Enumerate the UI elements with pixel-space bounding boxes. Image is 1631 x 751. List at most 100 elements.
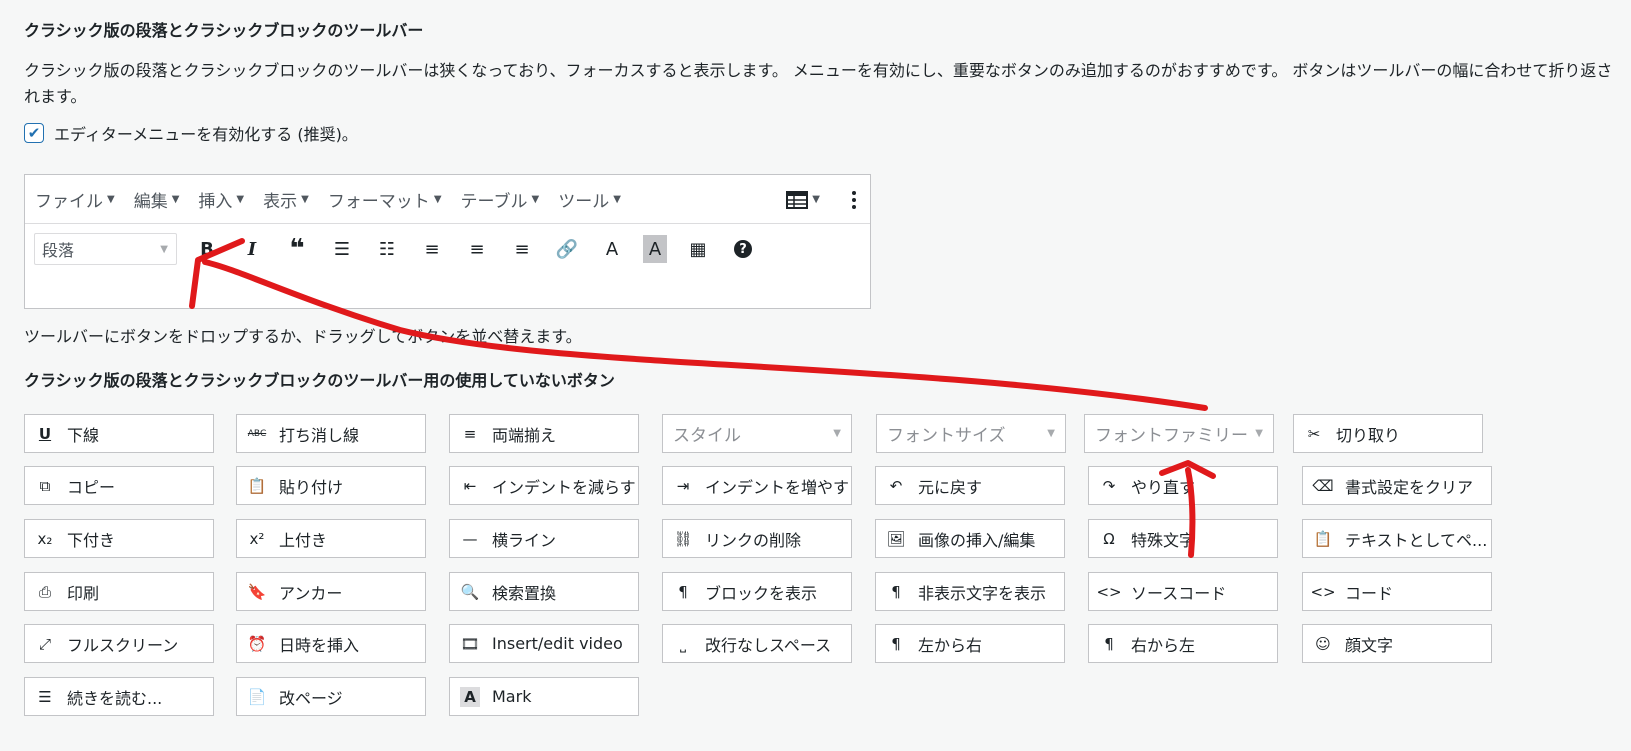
unused-button[interactable]: 🎞 Insert/edit video <box>449 624 639 663</box>
unused-button[interactable]: <> ソースコード <box>1088 572 1278 611</box>
table-layout-icon <box>786 190 809 209</box>
button-label: 印刷 <box>67 583 100 603</box>
unused-button[interactable]: ⛓ リンクの削除 <box>662 519 852 558</box>
background-color-button[interactable]: A <box>643 235 667 263</box>
chevron-down-icon: ▼ <box>433 193 442 205</box>
link-button[interactable]: 🔗 <box>553 235 581 263</box>
editor-menu-option[interactable]: ✔ エディターメニューを有効化する (推奨)。 <box>24 120 1614 146</box>
bullet-list-icon: ☰ <box>333 238 351 260</box>
bullet-list-button[interactable]: ☰ <box>328 235 356 263</box>
menu-tools[interactable]: ツール ▼ <box>558 187 621 212</box>
blockquote-button[interactable]: ❝ <box>283 234 311 264</box>
numbered-list-icon: ☷ <box>378 238 396 260</box>
button-label: 画像の挿入/編集 <box>918 530 1036 550</box>
button-label: アンカー <box>279 583 343 603</box>
unused-button[interactable]: ⇤ インデントを減らす <box>449 466 639 505</box>
settings-page: クラシック版の段落とクラシックブロックのツールバー クラシック版の段落とクラシッ… <box>24 20 1614 716</box>
menubar-right: ▼ <box>786 175 856 224</box>
button-label: Insert/edit video <box>492 634 623 653</box>
button-icon: ABC <box>247 428 267 439</box>
italic-button[interactable]: I <box>238 235 266 263</box>
text-color-button[interactable]: A <box>598 235 626 263</box>
unused-button[interactable]: x² 上付き <box>236 519 426 558</box>
unused-button[interactable]: ¶ ブロックを表示 <box>662 572 852 611</box>
unused-button[interactable]: ✂ 切り取り <box>1293 414 1483 453</box>
table-button[interactable]: ▦ <box>684 235 712 263</box>
unused-button[interactable]: 🔍 検索置換 <box>449 572 639 611</box>
button-icon: ≡ <box>463 424 477 443</box>
align-right-button[interactable]: ≡ <box>508 235 536 263</box>
button-label: 日時を挿入 <box>279 635 360 655</box>
button-label: 改ページ <box>279 688 343 708</box>
unused-button[interactable]: ⤢ フルスクリーン <box>24 624 214 663</box>
button-label: 下線 <box>67 425 100 445</box>
checkmark-icon: ✔ <box>27 123 41 142</box>
unused-button[interactable]: ≡ 両端揃え <box>449 414 639 453</box>
button-label: 特殊文字 <box>1131 530 1196 550</box>
menu-format[interactable]: フォーマット ▼ <box>328 187 442 212</box>
unused-button[interactable]: Ω 特殊文字 <box>1088 519 1278 558</box>
editor-menu-checkbox[interactable]: ✔ <box>24 123 44 143</box>
unused-button[interactable]: 📋 テキストとしてペ... <box>1302 519 1492 558</box>
section-description: クラシック版の段落とクラシックブロックのツールバーは狭くなっており、フォーカスす… <box>24 61 1613 106</box>
button-label: フォントファミリー <box>1095 426 1248 446</box>
unused-button[interactable]: ¶ 左から右 <box>875 624 1065 663</box>
bold-button[interactable]: B <box>193 235 221 263</box>
button-label: コード <box>1345 583 1394 603</box>
menu-insert[interactable]: 挿入 ▼ <box>198 187 244 212</box>
chevron-down-icon: ▼ <box>107 193 115 205</box>
toolbar-toggle-button[interactable]: ▼ <box>786 190 820 209</box>
button-icon: 🎞 <box>460 634 480 653</box>
button-icon: ⏰ <box>247 634 267 653</box>
unused-button[interactable]: ¶ 右から左 <box>1088 624 1278 663</box>
unused-button[interactable]: スタイル ▼ <box>662 414 852 453</box>
menu-table[interactable]: テーブル ▼ <box>461 187 540 212</box>
unused-button[interactable]: ☰ 続きを読む... <box>24 677 214 716</box>
unused-button[interactable]: ABC 打ち消し線 <box>236 414 426 453</box>
unused-button[interactable]: — 横ライン <box>449 519 639 558</box>
unused-button[interactable]: 📋 貼り付け <box>236 466 426 505</box>
button-label: リンクの削除 <box>705 530 802 550</box>
unused-button[interactable]: ⧉ コピー <box>24 466 214 505</box>
unused-button[interactable]: ⎙ 印刷 <box>24 572 214 611</box>
unused-button[interactable]: ⇥ インデントを増やす <box>662 466 852 505</box>
button-icon: — <box>462 529 478 548</box>
unused-button[interactable]: 📄 改ページ <box>236 677 426 716</box>
align-center-button[interactable]: ≡ <box>463 235 491 263</box>
button-icon: ¶ <box>678 582 688 601</box>
unused-button[interactable]: ⎵ 改行なしスペース <box>662 624 852 663</box>
unused-button[interactable]: ↷ やり直す <box>1088 466 1278 505</box>
unused-button[interactable]: ⏰ 日時を挿入 <box>236 624 426 663</box>
button-icon: 📄 <box>247 687 267 706</box>
format-select[interactable]: 段落 ▼ <box>34 233 177 265</box>
unused-button[interactable]: 🖼 画像の挿入/編集 <box>875 519 1065 558</box>
unused-button[interactable]: ¶ 非表示文字を表示 <box>875 572 1065 611</box>
unused-button[interactable]: x₂ 下付き <box>24 519 214 558</box>
unused-button[interactable]: <> コード <box>1302 572 1492 611</box>
button-icon: x² <box>249 529 265 548</box>
align-left-button[interactable]: ≡ <box>418 235 446 263</box>
unused-button[interactable]: ⌫ 書式設定をクリア <box>1302 466 1492 505</box>
button-label: 検索置換 <box>492 583 557 603</box>
unused-button[interactable]: ↶ 元に戻す <box>875 466 1065 505</box>
button-label: 非表示文字を表示 <box>918 583 1047 603</box>
button-label: フォントサイズ <box>887 426 1006 446</box>
unused-button[interactable]: 🔖 アンカー <box>236 572 426 611</box>
unused-button[interactable]: フォントサイズ ▼ <box>876 414 1066 453</box>
button-icon: ⛓ <box>673 529 693 548</box>
menu-edit[interactable]: 編集 ▼ <box>134 187 180 212</box>
editor-toolbar: 段落 ▼ B I ❝ ☰ ☷ ≡ ≡ ≡ 🔗 A A ▦ ? <box>25 224 870 274</box>
unused-button[interactable]: フォントファミリー ▼ <box>1084 414 1274 453</box>
numbered-list-button[interactable]: ☷ <box>373 235 401 263</box>
button-label: 切り取り <box>1336 425 1401 445</box>
button-label: やり直す <box>1131 477 1196 497</box>
more-options-icon[interactable] <box>852 190 856 209</box>
unused-button[interactable]: ☺ 顔文字 <box>1302 624 1492 663</box>
button-label: 続きを読む... <box>67 688 163 708</box>
unused-button[interactable]: U 下線 <box>24 414 214 453</box>
menu-view[interactable]: 表示 ▼ <box>263 187 309 212</box>
help-button[interactable]: ? <box>729 235 757 263</box>
button-label: 打ち消し線 <box>279 425 360 445</box>
menu-file[interactable]: ファイル ▼ <box>35 187 115 212</box>
unused-button[interactable]: A Mark <box>449 677 639 716</box>
